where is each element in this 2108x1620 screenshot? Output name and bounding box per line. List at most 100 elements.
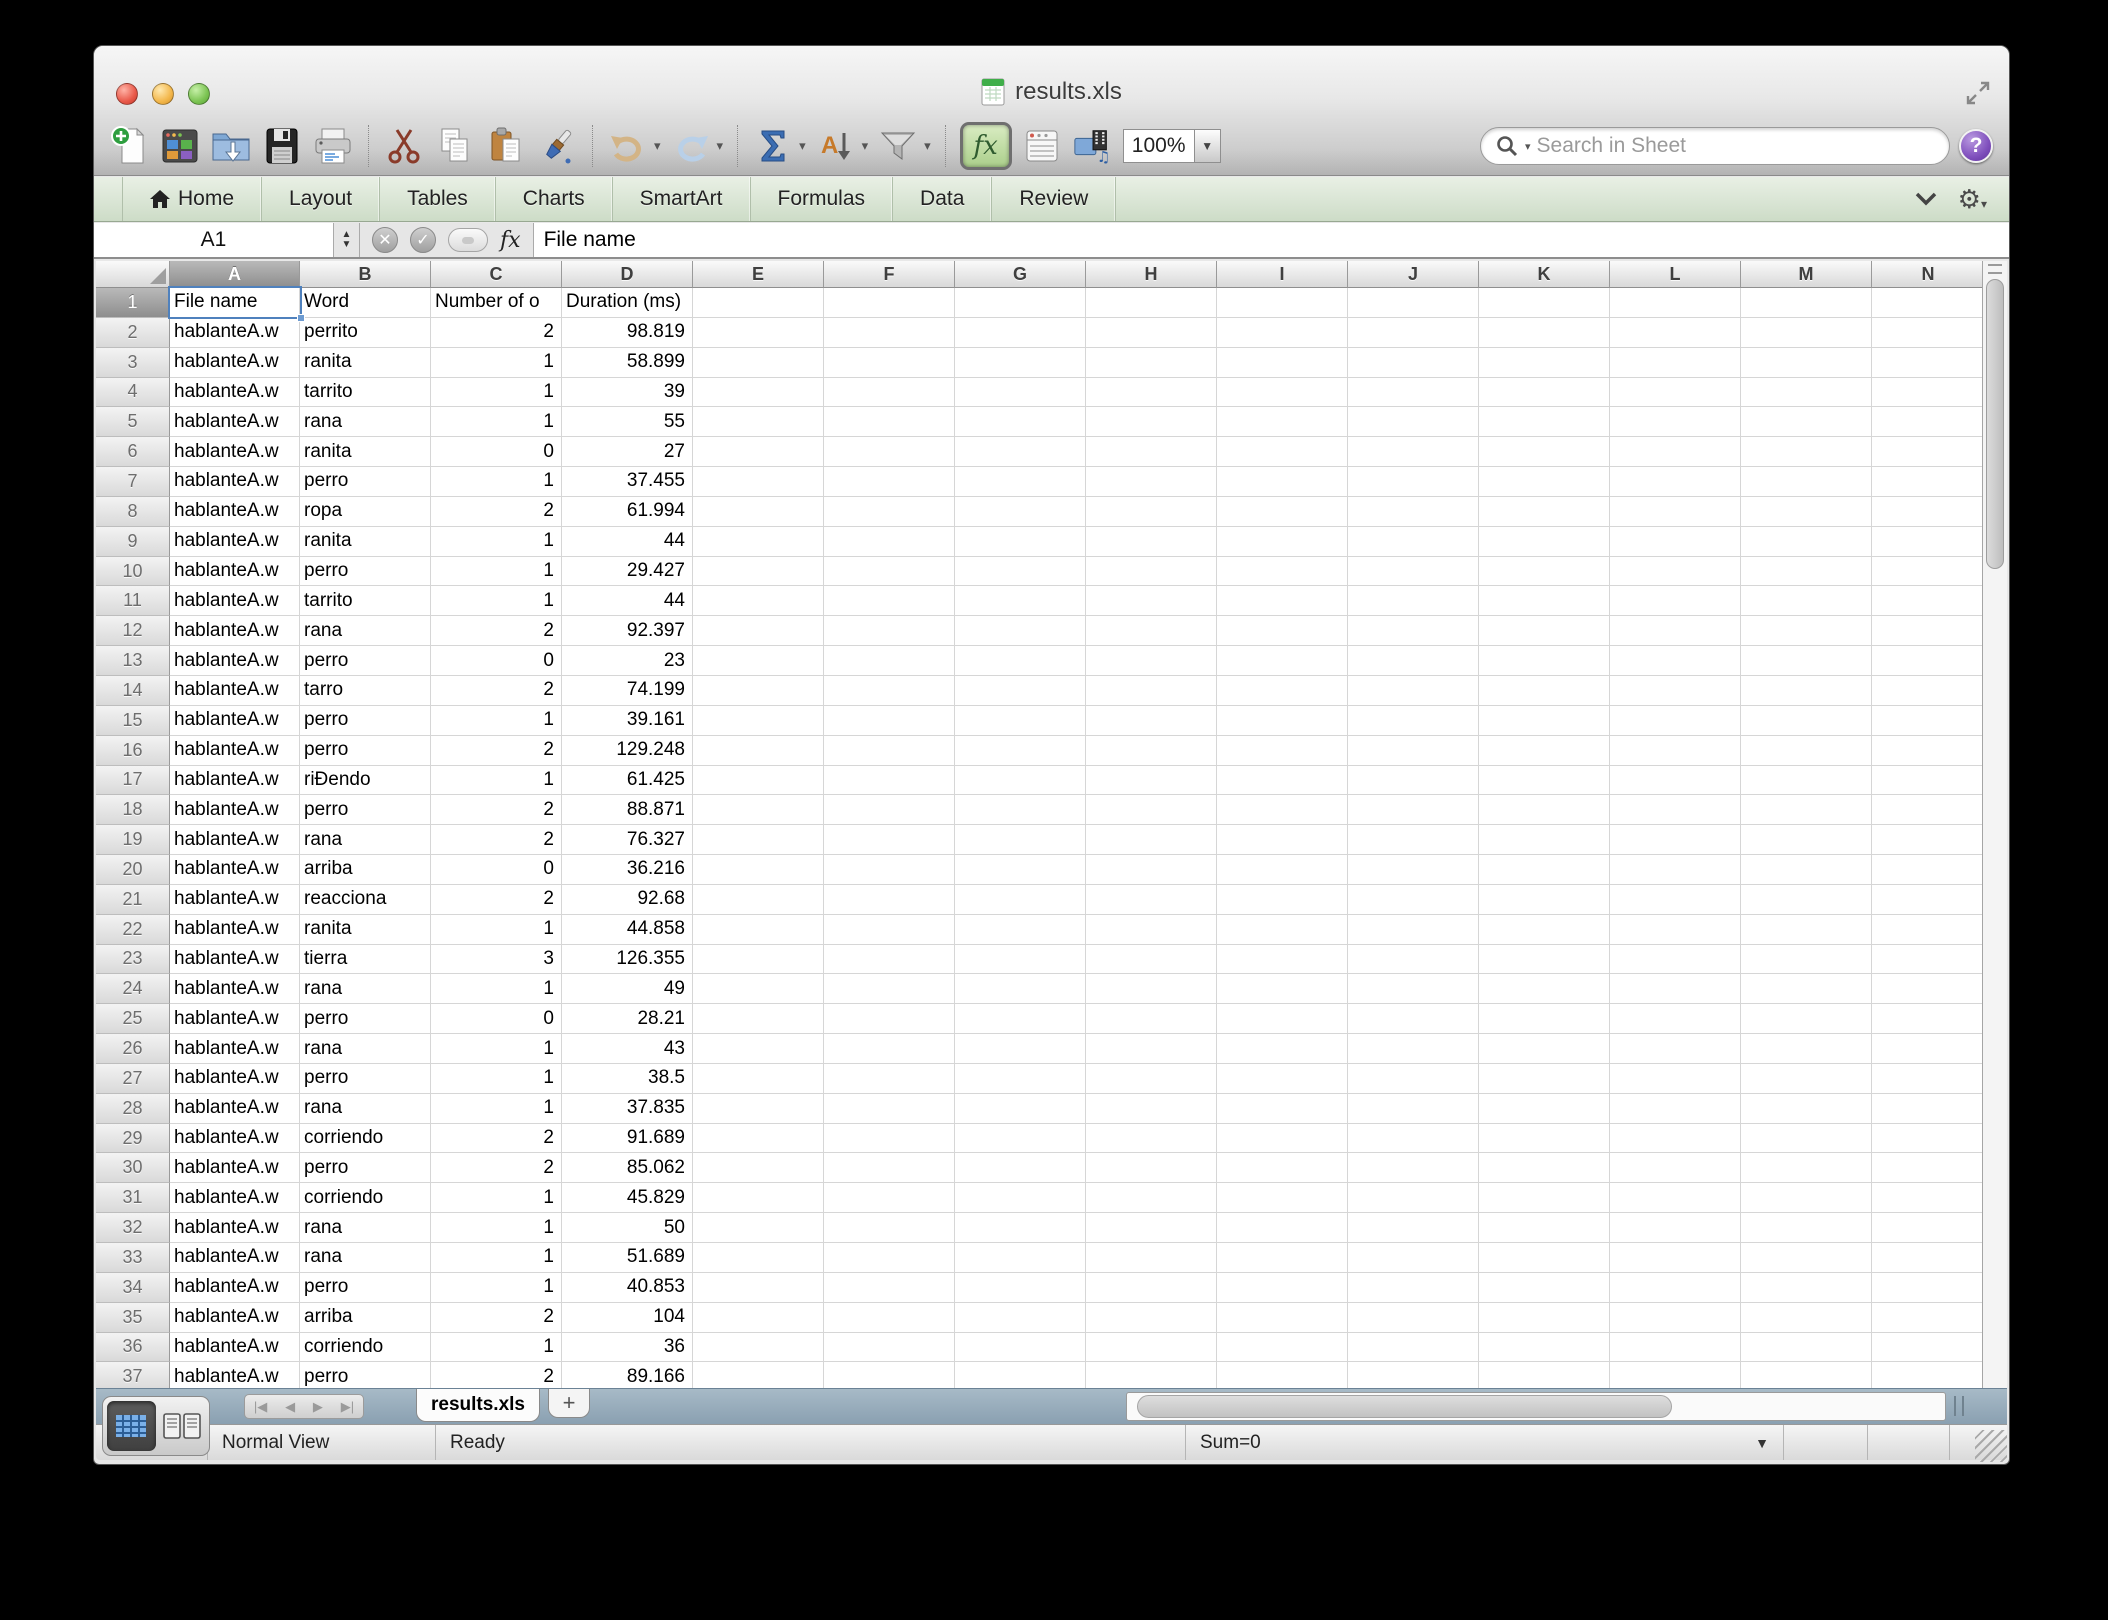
cell-E6[interactable] [693,437,824,467]
cell-I35[interactable] [1217,1303,1348,1333]
row-header-34[interactable]: 34 [96,1273,170,1303]
cell-F22[interactable] [824,915,955,945]
cell-K4[interactable] [1479,378,1610,408]
cell-E15[interactable] [693,706,824,736]
cell-I4[interactable] [1217,378,1348,408]
cell-J23[interactable] [1348,945,1479,975]
cell-F36[interactable] [824,1333,955,1363]
cell-F29[interactable] [824,1124,955,1154]
cell-B11[interactable]: tarrito [300,586,431,616]
insert-function-button[interactable]: fx [500,228,521,253]
cell-C10[interactable]: 1 [431,557,562,587]
horizontal-scrollbar-thumb[interactable] [1137,1395,1672,1418]
cell-J11[interactable] [1348,586,1479,616]
cell-K21[interactable] [1479,885,1610,915]
cell-I8[interactable] [1217,497,1348,527]
cell-K11[interactable] [1479,586,1610,616]
cell-G12[interactable] [955,616,1086,646]
row-header-4[interactable]: 4 [96,378,170,408]
cell-A16[interactable]: hablanteA.w [170,736,300,766]
redo-button[interactable] [670,123,712,169]
cell-F13[interactable] [824,646,955,676]
cell-H20[interactable] [1086,855,1217,885]
tab-formulas[interactable]: Formulas [751,177,894,221]
cell-F14[interactable] [824,676,955,706]
cell-F2[interactable] [824,318,955,348]
cell-D7[interactable]: 37.455 [562,467,693,497]
cell-J3[interactable] [1348,348,1479,378]
cell-J13[interactable] [1348,646,1479,676]
cell-H22[interactable] [1086,915,1217,945]
cell-C19[interactable]: 2 [431,825,562,855]
cell-D32[interactable]: 50 [562,1213,693,1243]
cell-G28[interactable] [955,1094,1086,1124]
cell-J8[interactable] [1348,497,1479,527]
cell-I13[interactable] [1217,646,1348,676]
cell-E10[interactable] [693,557,824,587]
cell-M1[interactable] [1741,288,1872,318]
cell-I24[interactable] [1217,974,1348,1004]
cell-C4[interactable]: 1 [431,378,562,408]
cell-H29[interactable] [1086,1124,1217,1154]
cell-G26[interactable] [955,1034,1086,1064]
cell-L17[interactable] [1610,766,1741,796]
save-button[interactable] [261,123,303,169]
cell-L6[interactable] [1610,437,1741,467]
cell-G5[interactable] [955,407,1086,437]
cell-L16[interactable] [1610,736,1741,766]
cell-B27[interactable]: perro [300,1064,431,1094]
cell-B31[interactable]: corriendo [300,1183,431,1213]
cell-M30[interactable] [1741,1153,1872,1183]
formula-input[interactable]: File name [534,223,2009,257]
cell-I21[interactable] [1217,885,1348,915]
cell-D23[interactable]: 126.355 [562,945,693,975]
cell-I18[interactable] [1217,795,1348,825]
cell-D30[interactable]: 85.062 [562,1153,693,1183]
cell-G9[interactable] [955,527,1086,557]
cell-K14[interactable] [1479,676,1610,706]
cell-B26[interactable]: rana [300,1034,431,1064]
cell-B35[interactable]: arriba [300,1303,431,1333]
cell-G31[interactable] [955,1183,1086,1213]
cell-A25[interactable]: hablanteA.w [170,1004,300,1034]
cell-M28[interactable] [1741,1094,1872,1124]
cell-I29[interactable] [1217,1124,1348,1154]
cell-F1[interactable] [824,288,955,318]
row-header-37[interactable]: 37 [96,1362,170,1388]
cell-C8[interactable]: 2 [431,497,562,527]
cell-M35[interactable] [1741,1303,1872,1333]
cell-K25[interactable] [1479,1004,1610,1034]
column-header-G[interactable]: G [955,261,1086,288]
cell-K26[interactable] [1479,1034,1610,1064]
cell-B16[interactable]: perro [300,736,431,766]
cell-N11[interactable] [1872,586,1985,616]
cell-L1[interactable] [1610,288,1741,318]
cell-F12[interactable] [824,616,955,646]
cell-D15[interactable]: 39.161 [562,706,693,736]
cell-D34[interactable]: 40.853 [562,1273,693,1303]
cell-N24[interactable] [1872,974,1985,1004]
paste-button[interactable] [485,123,527,169]
column-header-E[interactable]: E [693,261,824,288]
cell-N10[interactable] [1872,557,1985,587]
row-header-10[interactable]: 10 [96,557,170,587]
column-header-H[interactable]: H [1086,261,1217,288]
cell-K16[interactable] [1479,736,1610,766]
cell-L35[interactable] [1610,1303,1741,1333]
split-handle-icon[interactable] [1988,264,2002,274]
cell-J9[interactable] [1348,527,1479,557]
cell-E3[interactable] [693,348,824,378]
cell-G10[interactable] [955,557,1086,587]
add-sheet-button[interactable]: + [548,1389,590,1418]
cell-I34[interactable] [1217,1273,1348,1303]
cell-N12[interactable] [1872,616,1985,646]
cell-E14[interactable] [693,676,824,706]
cell-M11[interactable] [1741,586,1872,616]
cell-K37[interactable] [1479,1362,1610,1388]
cell-A5[interactable]: hablanteA.w [170,407,300,437]
cell-E37[interactable] [693,1362,824,1388]
cell-H18[interactable] [1086,795,1217,825]
cell-F8[interactable] [824,497,955,527]
normal-view-button[interactable] [107,1401,156,1451]
cell-I26[interactable] [1217,1034,1348,1064]
